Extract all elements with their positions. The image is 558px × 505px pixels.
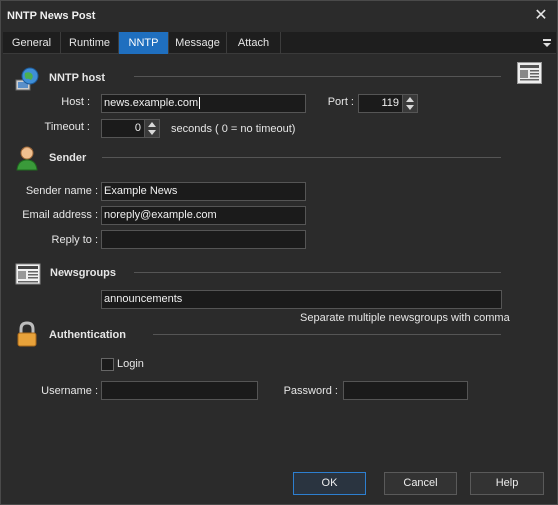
tab-runtime[interactable]: Runtime <box>61 32 119 54</box>
port-label: Port : <box>327 96 354 108</box>
spin-down-icon[interactable] <box>148 130 156 135</box>
authentication-title: Authentication <box>49 329 126 341</box>
newspaper-icon <box>15 263 41 285</box>
tab-attach[interactable]: Attach <box>227 32 281 54</box>
timeout-value: 0 <box>134 122 141 134</box>
cancel-button[interactable]: Cancel <box>384 472 457 495</box>
nntp-host-title: NNTP host <box>49 72 106 84</box>
spin-up-icon[interactable] <box>148 122 156 127</box>
window-title: NNTP News Post <box>7 10 96 22</box>
host-value: news.example.com <box>104 97 199 109</box>
globe-network-icon <box>14 66 40 92</box>
port-spinner[interactable]: 119 <box>358 94 418 113</box>
timeout-label: Timeout : <box>44 121 90 133</box>
lock-icon <box>16 321 38 347</box>
login-label[interactable]: Login <box>117 358 144 370</box>
help-button[interactable]: Help <box>470 472 544 495</box>
nntp-host-separator <box>134 76 501 77</box>
password-label: Password : <box>283 385 338 397</box>
reply-to-input[interactable] <box>101 230 306 249</box>
sender-name-label: Sender name : <box>25 185 98 197</box>
reply-to-label: Reply to : <box>51 234 98 246</box>
newsgroups-hint: Separate multiple newsgroups with comma <box>300 312 510 324</box>
spin-up-icon[interactable] <box>406 97 414 102</box>
host-label: Host : <box>61 96 90 108</box>
authentication-separator <box>153 334 501 335</box>
newsgroups-separator <box>134 272 501 273</box>
user-icon <box>15 145 39 171</box>
timeout-spinner[interactable]: 0 <box>101 119 160 138</box>
help-newspaper-icon[interactable] <box>517 62 542 84</box>
dialog-window: NNTP News Post ✕ General Runtime NNTP Me… <box>0 0 558 505</box>
sender-separator <box>102 157 501 158</box>
title-bar: NNTP News Post ✕ <box>1 1 557 32</box>
tab-message[interactable]: Message <box>169 32 227 54</box>
newsgroups-input[interactable]: announcements <box>101 290 502 309</box>
email-input[interactable]: noreply@example.com <box>101 206 306 225</box>
password-input[interactable] <box>343 381 468 400</box>
newsgroups-title: Newsgroups <box>50 267 117 279</box>
port-value: 119 <box>381 97 399 109</box>
tab-bar: General Runtime NNTP Message Attach <box>3 32 556 54</box>
port-spin-buttons[interactable] <box>402 95 417 112</box>
spin-down-icon[interactable] <box>406 105 414 110</box>
ok-button[interactable]: OK <box>293 472 366 495</box>
tab-general[interactable]: General <box>3 32 61 54</box>
text-cursor <box>199 97 201 110</box>
tab-nntp[interactable]: NNTP <box>119 32 169 54</box>
timeout-hint: seconds ( 0 = no timeout) <box>171 123 296 135</box>
sender-name-input[interactable]: Example News <box>101 182 306 201</box>
username-label: Username : <box>41 385 98 397</box>
sender-title: Sender <box>49 152 87 164</box>
tab-menu-icon[interactable] <box>539 32 555 54</box>
email-label: Email address : <box>22 209 98 221</box>
username-input[interactable] <box>101 381 258 400</box>
close-icon[interactable]: ✕ <box>529 5 553 27</box>
host-input[interactable]: news.example.com <box>101 94 306 113</box>
timeout-spin-buttons[interactable] <box>144 120 159 137</box>
login-checkbox[interactable] <box>101 358 114 371</box>
